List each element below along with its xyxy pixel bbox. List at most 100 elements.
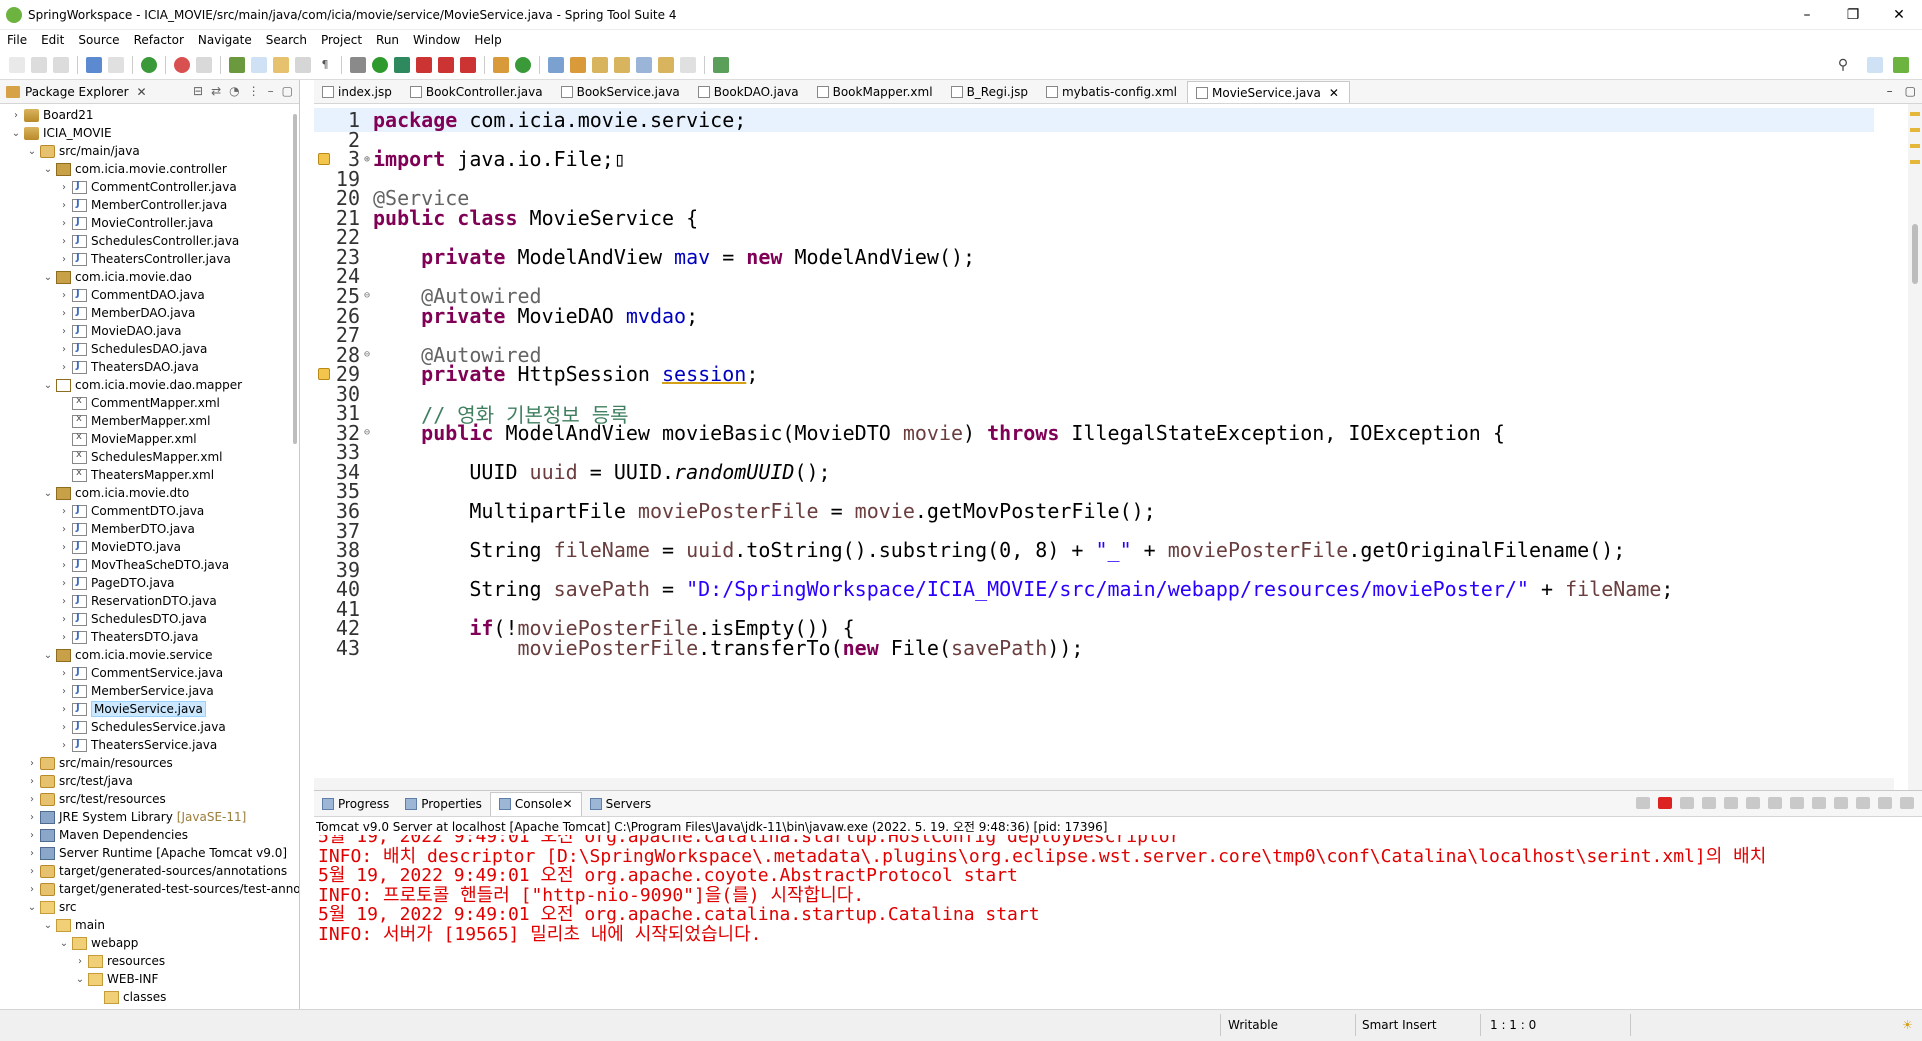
display-selected-console-icon[interactable] bbox=[1834, 797, 1848, 809]
remove-all-terminated-icon[interactable] bbox=[1702, 797, 1716, 809]
menu-edit[interactable]: Edit bbox=[34, 33, 71, 47]
block-selection-icon[interactable] bbox=[295, 56, 311, 73]
expand-toggle-icon[interactable]: ⌄ bbox=[42, 650, 54, 661]
editor-vertical-scrollbar[interactable] bbox=[1908, 104, 1922, 790]
word-wrap-icon[interactable] bbox=[1768, 797, 1782, 809]
tree-item[interactable]: › MovieService.java bbox=[58, 700, 206, 718]
scroll-lock-icon[interactable] bbox=[1746, 797, 1760, 809]
expand-toggle-icon[interactable]: › bbox=[58, 632, 70, 643]
maximize-editor-icon[interactable]: ▢ bbox=[1905, 84, 1916, 98]
open-type-icon[interactable] bbox=[196, 56, 212, 73]
menu-source[interactable]: Source bbox=[71, 33, 126, 47]
editor-tab[interactable]: MovieService.java ✕ bbox=[1187, 81, 1350, 103]
package-explorer-tab[interactable]: Package Explorer ✕ ⊟ ⇄ ◔ ⋮ – ▢ bbox=[0, 80, 299, 104]
expand-toggle-icon[interactable]: ⌄ bbox=[42, 488, 54, 499]
console-tab-servers[interactable]: Servers bbox=[582, 792, 660, 816]
tree-item[interactable]: › PageDTO.java bbox=[58, 574, 175, 592]
expand-toggle-icon[interactable]: › bbox=[74, 956, 86, 967]
tree-item[interactable]: ⌄ src bbox=[26, 898, 77, 916]
tree-item[interactable]: › target/generated-test-sources/test-anno… bbox=[26, 880, 299, 898]
expand-toggle-icon[interactable]: › bbox=[58, 722, 70, 733]
pin-editor-icon[interactable] bbox=[713, 56, 729, 73]
spring-perspective-icon[interactable] bbox=[1893, 56, 1909, 73]
view-menu-icon[interactable]: ⋮ bbox=[248, 84, 260, 98]
tree-item[interactable]: › MovieController.java bbox=[58, 214, 213, 232]
tree-item[interactable]: ⌄ main bbox=[42, 916, 105, 934]
expand-toggle-icon[interactable]: › bbox=[58, 326, 70, 337]
expand-toggle-icon[interactable]: ⌄ bbox=[42, 164, 54, 175]
expand-toggle-icon[interactable]: › bbox=[58, 254, 70, 265]
editor-tab[interactable]: mybatis-config.xml bbox=[1038, 81, 1187, 103]
menu-project[interactable]: Project bbox=[314, 33, 369, 47]
expand-toggle-icon[interactable]: ⌄ bbox=[42, 920, 54, 931]
tree-item[interactable]: › MemberDTO.java bbox=[58, 520, 195, 538]
expand-toggle-icon[interactable]: › bbox=[26, 830, 38, 841]
toggle-mark-occurrences-icon[interactable] bbox=[251, 56, 267, 73]
tree-item[interactable]: ⌄ com.icia.movie.service bbox=[42, 646, 213, 664]
tree-item[interactable]: MovieMapper.xml bbox=[58, 430, 197, 448]
pin-console-icon[interactable] bbox=[1636, 797, 1650, 809]
expand-toggle-icon[interactable]: › bbox=[26, 758, 38, 769]
tree-item[interactable]: › JRE System Library [JavaSE-11] bbox=[26, 808, 246, 826]
close-icon[interactable]: ✕ bbox=[137, 85, 147, 99]
editor-tab[interactable]: BookDAO.java bbox=[690, 81, 809, 103]
minimize-button[interactable]: – bbox=[1784, 0, 1830, 30]
tree-item[interactable]: › src/test/resources bbox=[26, 790, 166, 808]
tree-item[interactable]: ⌄ WEB-INF bbox=[74, 970, 159, 988]
terminate-console-icon[interactable] bbox=[1658, 797, 1672, 809]
menu-run[interactable]: Run bbox=[369, 33, 406, 47]
collapse-all-icon[interactable]: ⊟ bbox=[193, 84, 203, 98]
console-tab-console[interactable]: Console ✕ bbox=[489, 791, 582, 816]
tree-item[interactable]: › TheatersController.java bbox=[58, 250, 231, 268]
console-output[interactable]: 5월 19, 2022 9:49:01 오전 org.apache.catali… bbox=[314, 835, 1922, 995]
tip-bulb-icon[interactable]: ☀ bbox=[1902, 1018, 1913, 1032]
tree-item[interactable]: › SchedulesDAO.java bbox=[58, 340, 207, 358]
close-icon[interactable]: ✕ bbox=[563, 797, 573, 811]
editor-tab[interactable]: index.jsp bbox=[314, 81, 402, 103]
tree-item[interactable]: TheatersMapper.xml bbox=[58, 466, 214, 484]
expand-toggle-icon[interactable]: › bbox=[26, 866, 38, 877]
tree-item[interactable]: › CommentDTO.java bbox=[58, 502, 204, 520]
expand-toggle-icon[interactable]: ⌄ bbox=[42, 380, 54, 391]
expand-toggle-icon[interactable]: › bbox=[58, 704, 70, 715]
save-all-icon[interactable] bbox=[53, 56, 69, 73]
close-tab-icon[interactable]: ✕ bbox=[1329, 86, 1339, 100]
expand-toggle-icon[interactable]: ⌄ bbox=[10, 128, 22, 139]
tree-item[interactable]: › CommentService.java bbox=[58, 664, 223, 682]
tree-item[interactable]: › SchedulesService.java bbox=[58, 718, 226, 736]
minimize-console-icon[interactable] bbox=[1878, 797, 1892, 809]
expand-toggle-icon[interactable]: › bbox=[58, 560, 70, 571]
relaunch-icon[interactable] bbox=[174, 56, 190, 73]
view-menu-icon[interactable] bbox=[1856, 797, 1870, 809]
coverage-icon[interactable] bbox=[394, 56, 410, 73]
new-class-icon[interactable] bbox=[515, 56, 531, 73]
last-edit-icon[interactable] bbox=[636, 56, 652, 73]
spring-boot-dashboard-icon[interactable] bbox=[141, 56, 157, 73]
tree-item[interactable]: SchedulesMapper.xml bbox=[58, 448, 223, 466]
tree-item[interactable]: MemberMapper.xml bbox=[58, 412, 210, 430]
show-console-on-output-icon[interactable] bbox=[1790, 797, 1804, 809]
tree-item[interactable]: › MemberController.java bbox=[58, 196, 227, 214]
terminal-icon[interactable] bbox=[86, 56, 102, 73]
minimize-view-icon[interactable]: – bbox=[268, 84, 274, 98]
editor-tab[interactable]: B_Regi.jsp bbox=[943, 81, 1038, 103]
expand-toggle-icon[interactable]: ⌄ bbox=[42, 272, 54, 283]
tree-item[interactable]: › Maven Dependencies bbox=[26, 826, 188, 844]
expand-toggle-icon[interactable]: › bbox=[58, 344, 70, 355]
editor-tab[interactable]: BookController.java bbox=[402, 81, 553, 103]
expand-toggle-icon[interactable]: › bbox=[10, 110, 22, 121]
toggle-breadcrumb-icon[interactable] bbox=[273, 56, 289, 73]
expand-toggle-icon[interactable]: › bbox=[26, 794, 38, 805]
console-tab-properties[interactable]: Properties bbox=[397, 792, 490, 816]
new-icon[interactable] bbox=[9, 56, 25, 73]
tree-item[interactable]: › MemberService.java bbox=[58, 682, 214, 700]
back-icon[interactable] bbox=[658, 56, 674, 73]
warning-marker-icon[interactable] bbox=[318, 153, 330, 166]
skip-breakpoints-icon[interactable] bbox=[108, 56, 124, 73]
tree-item[interactable]: › TheatersDAO.java bbox=[58, 358, 199, 376]
editor-tab[interactable]: BookService.java bbox=[553, 81, 690, 103]
tree-item[interactable]: ⌄ com.icia.movie.dao.mapper bbox=[42, 376, 242, 394]
new-java-project-icon[interactable] bbox=[229, 56, 245, 73]
annotation-next-icon[interactable] bbox=[592, 56, 608, 73]
clear-console-icon[interactable] bbox=[1724, 797, 1738, 809]
